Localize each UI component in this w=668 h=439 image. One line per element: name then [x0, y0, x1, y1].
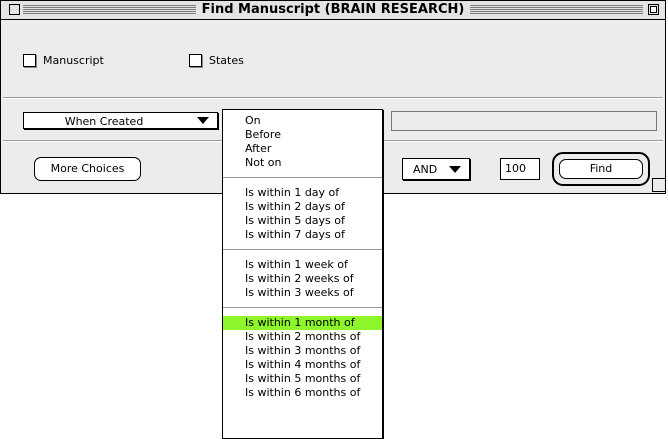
menu-item[interactable]: Is within 3 months of	[223, 344, 382, 358]
field-popup[interactable]: When Created	[23, 112, 218, 129]
menu-item[interactable]: On	[223, 114, 382, 128]
menu-item[interactable]: After	[223, 142, 382, 156]
divider-highlight	[3, 98, 663, 99]
menu-separator	[223, 249, 382, 250]
title-bar[interactable]: Find Manuscript (BRAIN RESEARCH)	[1, 1, 665, 20]
menu-item[interactable]: Is within 1 week of	[223, 258, 382, 272]
find-button[interactable]: Find	[559, 159, 643, 179]
checkbox-box[interactable]	[23, 54, 36, 67]
menu-separator	[223, 307, 382, 308]
criteria-menu[interactable]: On Before After Not on Is within 1 day of Is …	[222, 109, 383, 439]
window-title: Find Manuscript (BRAIN RESEARCH)	[1, 2, 665, 17]
menu-item[interactable]: Is within 1 day of	[223, 186, 382, 200]
conjunction-label: AND	[413, 163, 438, 176]
field-popup-label: When Created	[64, 115, 144, 128]
menu-item[interactable]: Before	[223, 128, 382, 142]
menu-item[interactable]: Is within 5 months of	[223, 372, 382, 386]
more-choices-button[interactable]: More Choices	[34, 157, 141, 181]
value-input[interactable]	[391, 111, 657, 131]
menu-item[interactable]: Is within 7 days of	[223, 228, 382, 242]
zoom-box-icon[interactable]	[648, 4, 659, 15]
find-default-ring: Find	[552, 152, 650, 186]
chevron-down-icon	[197, 117, 209, 124]
menu-item[interactable]: Is within 2 months of	[223, 330, 382, 344]
states-checkbox[interactable]: States	[189, 54, 244, 67]
menu-item[interactable]: Is within 2 days of	[223, 200, 382, 214]
menu-item[interactable]: Is within 5 days of	[223, 214, 382, 228]
menu-item[interactable]: Is within 4 months of	[223, 358, 382, 372]
menu-item[interactable]: Is within 3 weeks of	[223, 286, 382, 300]
manuscript-checkbox[interactable]: Manuscript	[23, 54, 104, 67]
chevron-down-icon	[449, 166, 461, 173]
checkbox-label: States	[209, 54, 244, 67]
grow-box-icon[interactable]	[652, 178, 666, 192]
menu-item[interactable]: Not on	[223, 156, 382, 170]
checkbox-label: Manuscript	[43, 54, 104, 67]
checkbox-box[interactable]	[189, 54, 202, 67]
menu-separator	[223, 177, 382, 178]
menu-item[interactable]: Is within 2 weeks of	[223, 272, 382, 286]
menu-item[interactable]: Is within 6 months of	[223, 386, 382, 400]
max-results-field[interactable]: 100	[500, 158, 540, 180]
conjunction-popup[interactable]: AND	[402, 158, 470, 180]
menu-item[interactable]: Is within 1 month of	[223, 316, 382, 330]
